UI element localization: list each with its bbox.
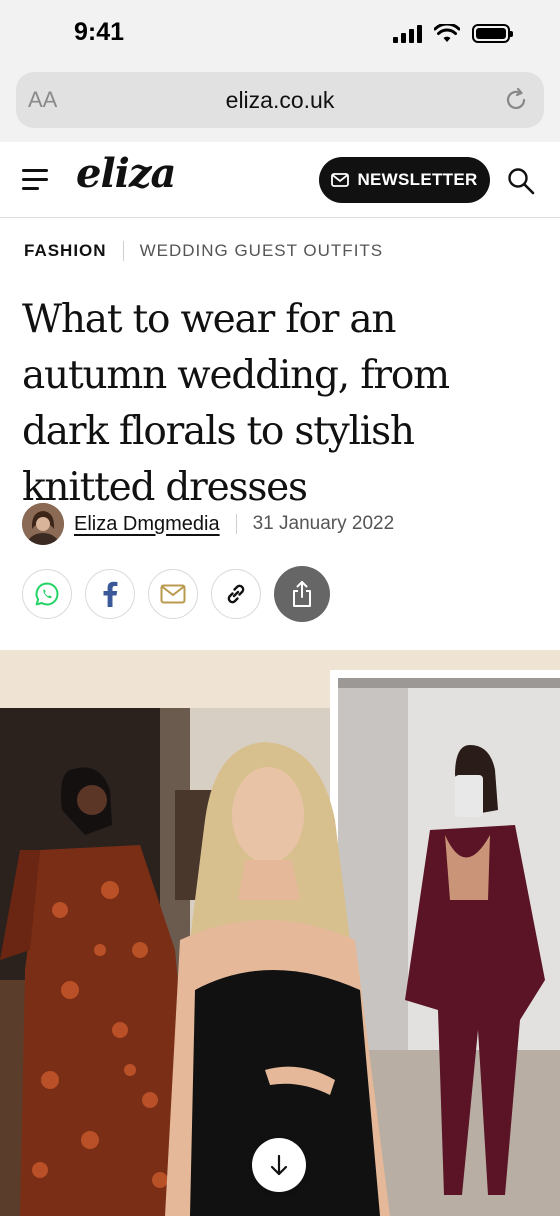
status-bar: 9:41 xyxy=(0,0,560,68)
share-row xyxy=(22,566,330,622)
newsletter-label: NEWSLETTER xyxy=(357,170,478,189)
arrow-down-icon xyxy=(270,1154,288,1176)
breadcrumb-subsection[interactable]: WEDDING GUEST OUTFITS xyxy=(140,241,384,261)
status-time: 9:41 xyxy=(74,18,125,46)
wifi-icon xyxy=(434,24,460,42)
status-icons xyxy=(393,24,513,43)
publish-date: 31 January 2022 xyxy=(252,513,395,534)
site-header: eliza NEWSLETTER xyxy=(0,142,560,218)
whatsapp-icon xyxy=(35,582,59,606)
breadcrumb: FASHION WEDDING GUEST OUTFITS xyxy=(24,241,383,261)
author-avatar[interactable] xyxy=(22,503,64,545)
newsletter-button[interactable]: NEWSLETTER xyxy=(319,157,490,203)
author-name-link[interactable]: Eliza Dmgmedia xyxy=(74,513,220,536)
share-facebook-button[interactable] xyxy=(85,569,135,619)
signal-icon xyxy=(393,24,422,43)
reload-icon[interactable] xyxy=(502,86,530,114)
search-icon[interactable] xyxy=(506,166,536,196)
email-icon xyxy=(160,584,186,604)
browser-bar: AA eliza.co.uk xyxy=(0,68,560,142)
url-bar[interactable]: AA eliza.co.uk xyxy=(16,72,544,128)
author-row: Eliza Dmgmedia 31 January 2022 xyxy=(22,503,394,545)
author-divider xyxy=(235,514,237,534)
url-text[interactable]: eliza.co.uk xyxy=(16,87,544,114)
breadcrumb-divider xyxy=(122,241,124,261)
menu-icon[interactable] xyxy=(22,167,50,191)
battery-icon xyxy=(472,24,513,43)
share-icon xyxy=(293,581,311,607)
copy-link-button[interactable] xyxy=(211,569,261,619)
site-logo[interactable]: eliza xyxy=(76,150,176,197)
scroll-down-button[interactable] xyxy=(252,1138,306,1192)
breadcrumb-section[interactable]: FASHION xyxy=(24,241,107,261)
link-icon xyxy=(227,584,245,604)
native-share-button[interactable] xyxy=(274,566,330,622)
facebook-icon xyxy=(103,581,118,607)
mail-icon xyxy=(331,173,350,187)
hero-image xyxy=(0,650,560,1216)
share-email-button[interactable] xyxy=(148,569,198,619)
share-whatsapp-button[interactable] xyxy=(22,569,72,619)
hero-collage xyxy=(0,650,560,1216)
article-headline: What to wear for an autumn wedding, from… xyxy=(22,297,450,510)
